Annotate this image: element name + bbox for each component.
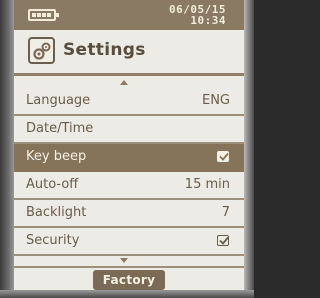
list-divider bbox=[14, 266, 244, 268]
settings-icon bbox=[28, 37, 55, 64]
battery-full-icon bbox=[28, 9, 59, 21]
scroll-up-icon[interactable] bbox=[120, 80, 128, 85]
scroll-down-icon[interactable] bbox=[120, 258, 128, 263]
factory-button[interactable]: Factory bbox=[93, 270, 165, 290]
bezel-right bbox=[244, 0, 254, 298]
menu-item-label: Auto-off bbox=[26, 177, 79, 192]
title-area: Settings bbox=[14, 30, 244, 75]
menu-item-label: Backlight bbox=[26, 205, 87, 220]
menu-item-value: 7 bbox=[221, 205, 230, 220]
bezel-left bbox=[0, 0, 14, 298]
menu-item-value: 15 min bbox=[184, 177, 230, 192]
menu-item-value: ENG bbox=[201, 93, 230, 108]
menu-item-date-time[interactable]: Date/Time bbox=[14, 116, 244, 144]
menu-item-backlight[interactable]: Backlight 7 bbox=[14, 200, 244, 228]
device-screen: 06/05/15 10:34 Settings Language ENG Dat… bbox=[0, 0, 254, 298]
title-divider bbox=[14, 73, 244, 76]
bezel-bottom bbox=[0, 290, 254, 298]
status-bar: 06/05/15 10:34 bbox=[14, 0, 244, 30]
menu-item-auto-off[interactable]: Auto-off 15 min bbox=[14, 172, 244, 200]
security-checkbox[interactable] bbox=[217, 235, 229, 246]
menu-item-security[interactable]: Security bbox=[14, 228, 244, 256]
page-title: Settings bbox=[63, 40, 146, 60]
menu-item-language[interactable]: Language ENG bbox=[14, 88, 244, 116]
menu-item-key-beep[interactable]: Key beep bbox=[14, 144, 244, 172]
settings-menu: Language ENG Date/Time Key beep Auto-off… bbox=[14, 88, 244, 256]
status-time: 10:34 bbox=[190, 14, 226, 27]
menu-item-label: Security bbox=[26, 233, 80, 248]
key-beep-checkbox[interactable] bbox=[217, 151, 229, 162]
menu-item-label: Language bbox=[26, 93, 91, 108]
menu-item-label: Key beep bbox=[26, 149, 87, 164]
menu-item-label: Date/Time bbox=[26, 121, 94, 136]
